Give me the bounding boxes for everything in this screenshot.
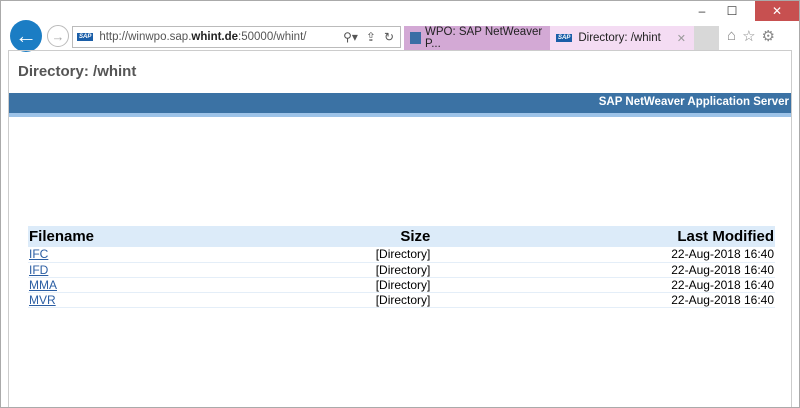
table-row: IFC [Directory] 22-Aug-2018 16:40: [28, 247, 775, 263]
page-title: Directory: /whint: [18, 63, 137, 80]
gear-icon[interactable]: ⚙: [762, 27, 775, 45]
filename-cell: MMA: [28, 277, 327, 293]
header-last-modified: Last Modified: [431, 226, 775, 247]
filename-cell: IFC: [28, 247, 327, 263]
compatibility-icon[interactable]: ⇪: [366, 30, 376, 44]
refresh-icon[interactable]: ↻: [384, 30, 394, 44]
minimize-button[interactable]: –: [687, 1, 717, 21]
banner: SAP NetWeaver Application Server: [9, 93, 791, 113]
table-row: MMA [Directory] 22-Aug-2018 16:40: [28, 277, 775, 293]
search-icon[interactable]: ⚲▾: [343, 30, 358, 44]
size-cell: [Directory]: [326, 277, 432, 293]
tab-label: Directory: /whint: [578, 32, 661, 44]
size-cell: [Directory]: [326, 262, 432, 278]
table-header-row: Filename Size Last Modified: [28, 226, 775, 247]
browser-window: – ☐ ✕ ← → SAP http://winwpo.sap. whint.de…: [0, 0, 800, 408]
close-tab-icon[interactable]: ✕: [677, 32, 686, 45]
tab-label: WPO: SAP NetWeaver P...: [425, 26, 543, 50]
home-icon[interactable]: ⌂: [727, 27, 736, 45]
file-link[interactable]: IFD: [29, 263, 48, 277]
url-host: whint.de: [191, 31, 239, 43]
table-row: IFD [Directory] 22-Aug-2018 16:40: [28, 262, 775, 278]
size-cell: [Directory]: [326, 247, 432, 263]
close-window-button[interactable]: ✕: [755, 1, 799, 21]
modified-cell: 22-Aug-2018 16:40: [431, 262, 775, 278]
sap-favicon-icon: SAP: [556, 34, 573, 42]
url-prefix: http://winwpo.sap.: [99, 31, 192, 43]
url-suffix: :50000/whint/: [238, 31, 307, 43]
arrow-right-icon: →: [51, 28, 65, 44]
modified-cell: 22-Aug-2018 16:40: [431, 277, 775, 293]
page-content: Directory: /whint SAP NetWeaver Applicat…: [8, 50, 792, 407]
header-size: Size: [326, 226, 432, 247]
file-link[interactable]: IFC: [29, 247, 48, 261]
modified-cell: 22-Aug-2018 16:40: [431, 247, 775, 263]
forward-button[interactable]: →: [47, 25, 69, 47]
arrow-left-icon: ←: [15, 23, 37, 48]
header-filename: Filename: [28, 226, 327, 247]
size-cell: [Directory]: [326, 292, 432, 308]
tab-directory[interactable]: SAP Directory: /whint ✕: [550, 26, 694, 50]
tab-wpo[interactable]: WPO: SAP NetWeaver P...: [404, 26, 550, 50]
netweaver-favicon-icon: [410, 32, 422, 44]
table-row: MVR [Directory] 22-Aug-2018 16:40: [28, 292, 775, 308]
modified-cell: 22-Aug-2018 16:40: [431, 292, 775, 308]
new-tab-button[interactable]: [694, 26, 719, 50]
filename-cell: IFD: [28, 262, 327, 278]
file-link[interactable]: MVR: [29, 293, 56, 307]
file-link[interactable]: MMA: [29, 278, 57, 292]
address-bar[interactable]: SAP http://winwpo.sap. whint.de:50000/whi…: [72, 26, 401, 48]
sap-favicon-icon: SAP: [77, 33, 94, 41]
banner-divider: [9, 113, 791, 117]
back-button[interactable]: ←: [10, 20, 42, 52]
star-icon[interactable]: ☆: [742, 27, 755, 45]
filename-cell: MVR: [28, 292, 327, 308]
maximize-button[interactable]: ☐: [717, 1, 747, 21]
directory-table: Filename Size Last Modified IFC [Director…: [28, 226, 775, 308]
